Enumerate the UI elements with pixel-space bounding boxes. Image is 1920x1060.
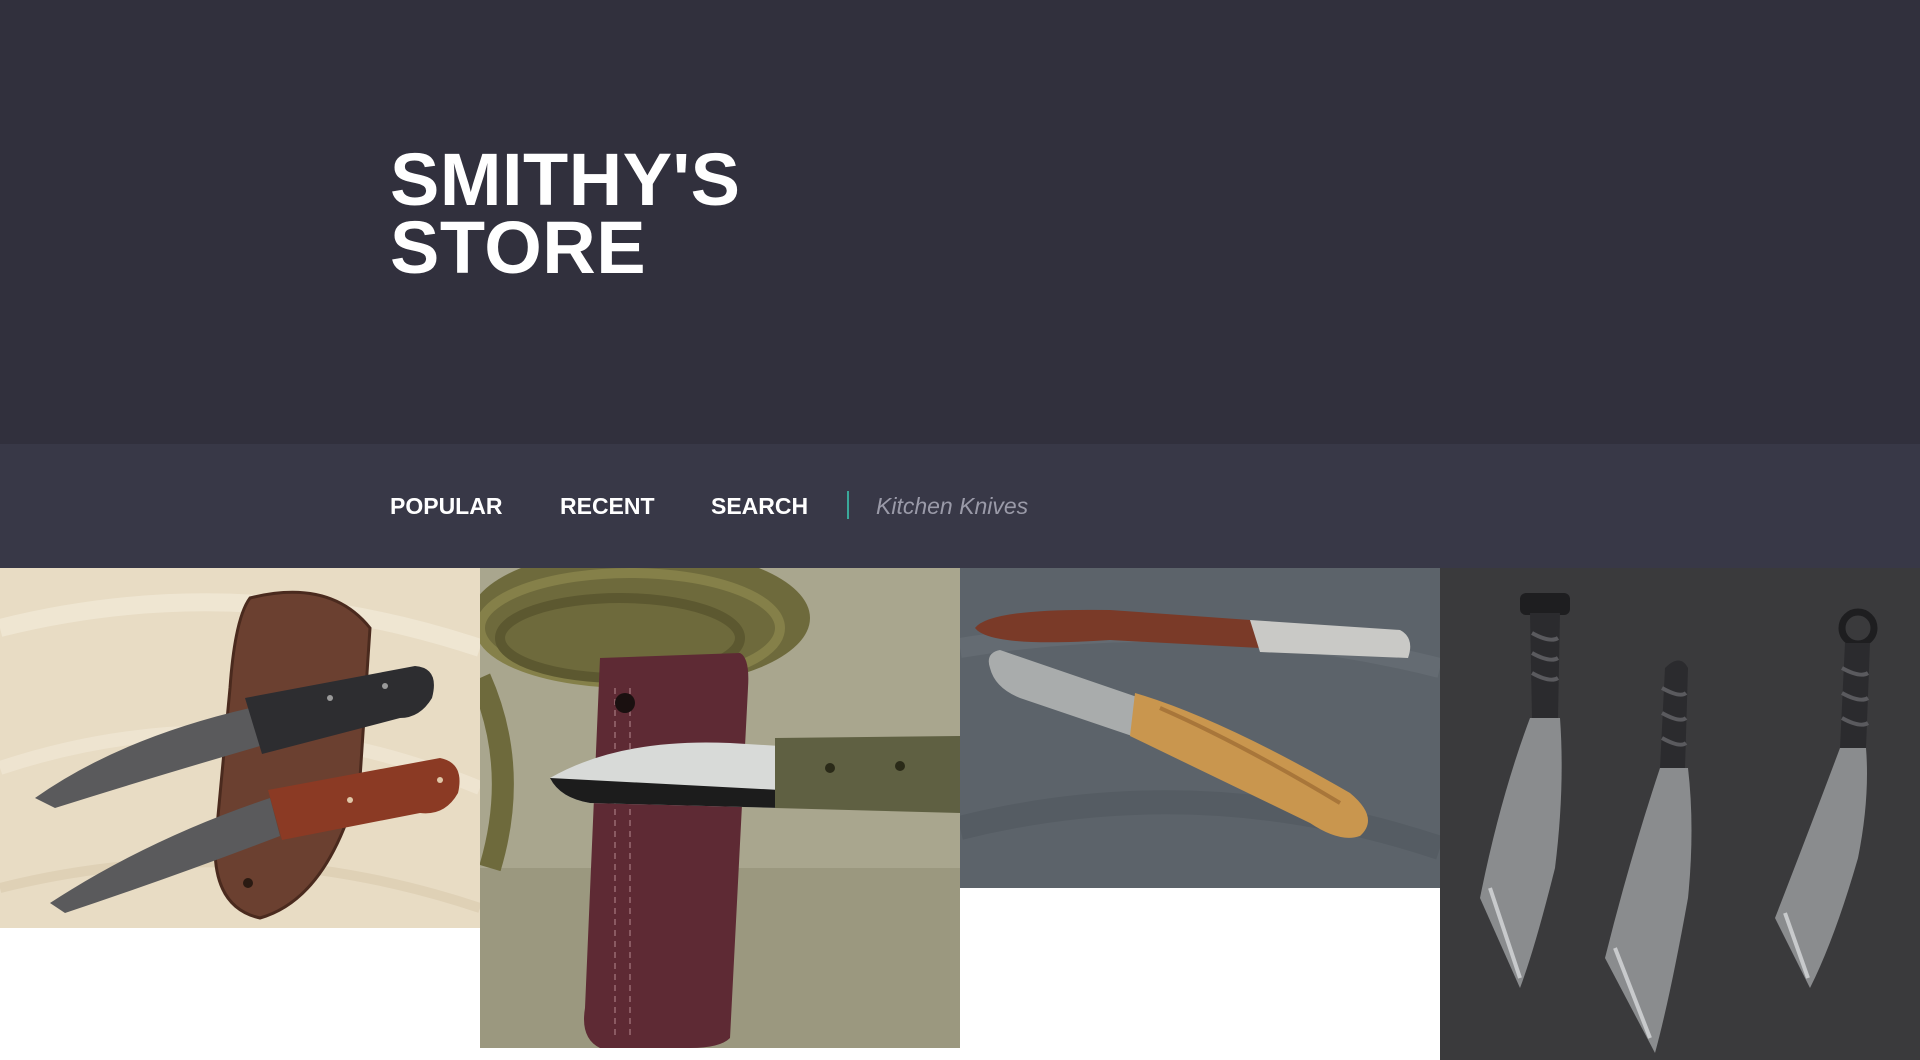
search-input[interactable] [876,488,1236,524]
product-image-hunting-knives [0,568,480,928]
product-tile-1[interactable] [0,568,480,928]
nav-divider [847,491,849,519]
nav-recent-link[interactable]: RECENT [560,494,655,518]
nav-search-link[interactable]: SEARCH [711,494,808,518]
store-title-line2: STORE [390,206,647,289]
product-image-forged-knives [1440,568,1920,1060]
store-title[interactable]: SMITHY'S STORE [390,138,741,289]
product-tile-4[interactable] [1440,568,1920,1060]
site-header: SMITHY'S STORE [0,0,1920,444]
product-image-bushcraft-knife [480,568,960,1048]
store-title-line1: SMITHY'S [390,138,741,221]
product-image-kitchen-knives [960,568,1440,888]
product-tile-2[interactable] [480,568,960,1048]
product-tile-3[interactable] [960,568,1440,888]
nav-popular-link[interactable]: POPULAR [390,494,502,518]
